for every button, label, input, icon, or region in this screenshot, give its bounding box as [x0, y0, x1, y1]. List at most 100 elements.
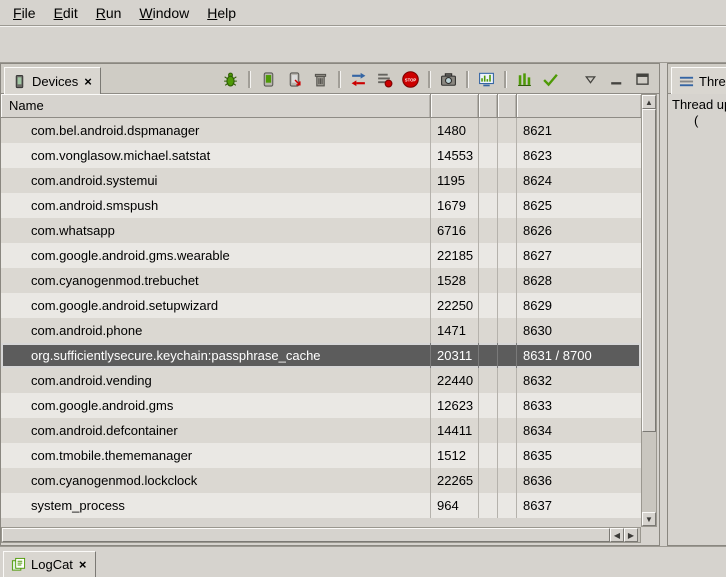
process-port: 8629: [517, 293, 641, 318]
toolbar-separator: [466, 71, 468, 88]
process-row[interactable]: com.vonglasow.michael.satstat145538623: [1, 143, 641, 168]
device-icon: [12, 74, 27, 89]
screen-capture-icon[interactable]: [437, 68, 459, 90]
system-info-icon[interactable]: [475, 68, 497, 90]
process-cell-blank2: [498, 193, 517, 218]
debug-icon[interactable]: [219, 68, 241, 90]
close-icon[interactable]: ×: [83, 74, 93, 89]
process-port: 8634: [517, 418, 641, 443]
process-cell-blank2: [498, 268, 517, 293]
process-name: com.google.android.gms.wearable: [1, 243, 431, 268]
process-cell-blank1: [479, 143, 498, 168]
start-profiling-icon[interactable]: [373, 68, 395, 90]
process-cell-blank2: [498, 343, 517, 368]
process-row[interactable]: com.cyanogenmod.lockclock222658636: [1, 468, 641, 493]
menu-run[interactable]: Run: [87, 1, 131, 25]
column-header-port[interactable]: [517, 94, 641, 117]
process-cell-blank1: [479, 368, 498, 393]
process-name: com.bel.android.dspmanager: [1, 118, 431, 143]
process-cell-blank2: [498, 218, 517, 243]
process-port: 8621: [517, 118, 641, 143]
process-row[interactable]: com.cyanogenmod.trebuchet15288628: [1, 268, 641, 293]
process-pid: 1195: [431, 168, 479, 193]
tab-logcat[interactable]: LogCat ×: [3, 551, 96, 577]
process-row[interactable]: com.tmobile.thememanager15128635: [1, 443, 641, 468]
process-row[interactable]: com.android.vending224408632: [1, 368, 641, 393]
vertical-scrollbar[interactable]: ▲ ▼: [641, 94, 657, 527]
process-cell-blank2: [498, 243, 517, 268]
process-cell-blank2: [498, 443, 517, 468]
process-row[interactable]: com.google.android.gms.wearable22185 8627: [1, 243, 641, 268]
process-port: 8637: [517, 493, 641, 518]
process-row[interactable]: com.android.phone14718630: [1, 318, 641, 343]
app-toolbar: [0, 26, 726, 63]
process-row[interactable]: com.bel.android.dspmanager14808621: [1, 118, 641, 143]
threads-icon: [679, 74, 694, 89]
process-port: 8626: [517, 218, 641, 243]
panel-sash[interactable]: [660, 63, 667, 546]
menu-edit[interactable]: Edit: [45, 1, 87, 25]
ui-hierarchy-icon[interactable]: [513, 68, 535, 90]
process-row[interactable]: com.android.smspush16798625: [1, 193, 641, 218]
menu-file[interactable]: File: [4, 1, 45, 25]
tab-devices-label: Devices: [32, 74, 78, 89]
process-pid: 14553: [431, 143, 479, 168]
opengl-trace-icon[interactable]: [539, 68, 561, 90]
process-row[interactable]: com.whatsapp6716 8626: [1, 218, 641, 243]
process-cell-blank1: [479, 343, 498, 368]
process-port: 8632: [517, 368, 641, 393]
process-name: com.google.android.setupwizard: [1, 293, 431, 318]
process-row[interactable]: system_process9648637: [1, 493, 641, 518]
process-row[interactable]: com.google.android.gms126238633: [1, 393, 641, 418]
scroll-down-icon[interactable]: ▼: [642, 512, 656, 526]
process-row[interactable]: com.google.android.setupwizard22250 8629: [1, 293, 641, 318]
tab-threads-label: Threads: [699, 74, 726, 89]
process-cell-blank2: [498, 493, 517, 518]
process-row[interactable]: org.sufficientlysecure.keychain:passphra…: [1, 343, 641, 368]
process-port: 8631 / 8700: [517, 343, 641, 368]
column-header-blank2[interactable]: [498, 94, 517, 117]
update-heap-icon[interactable]: [257, 68, 279, 90]
close-icon[interactable]: ×: [78, 557, 88, 572]
maximize-icon[interactable]: [631, 68, 653, 90]
process-port: 8627: [517, 243, 641, 268]
scroll-right-icon[interactable]: ▶: [624, 528, 638, 542]
stop-process-icon[interactable]: STOP: [399, 68, 421, 90]
process-name: com.vonglasow.michael.satstat: [1, 143, 431, 168]
process-row[interactable]: com.android.defcontainer144118634: [1, 418, 641, 443]
column-header-pid[interactable]: [431, 94, 479, 117]
threads-message-line2: (: [672, 113, 722, 129]
process-row[interactable]: com.android.systemui11958624: [1, 168, 641, 193]
process-name: com.whatsapp: [1, 218, 431, 243]
dump-hprof-icon[interactable]: [283, 68, 305, 90]
process-pid: 22185: [431, 243, 479, 268]
process-name: com.google.android.gms: [1, 393, 431, 418]
process-port: 8628: [517, 268, 641, 293]
horizontal-scroll-thumb[interactable]: [2, 528, 610, 542]
process-cell-blank1: [479, 293, 498, 318]
tab-threads[interactable]: Threads: [671, 67, 726, 94]
vertical-scroll-thumb[interactable]: [642, 109, 656, 432]
menu-help[interactable]: Help: [198, 1, 245, 25]
minimize-icon[interactable]: [605, 68, 627, 90]
view-menu-icon[interactable]: [579, 68, 601, 90]
toolbar-separator: [338, 71, 340, 88]
process-pid: 1471: [431, 318, 479, 343]
devices-tabstrip: Devices × STOP: [1, 64, 659, 94]
process-pid: 6716: [431, 218, 479, 243]
process-cell-blank1: [479, 243, 498, 268]
threads-panel: Threads Thread up (: [667, 63, 726, 546]
process-cell-blank1: [479, 418, 498, 443]
cause-gc-icon[interactable]: [309, 68, 331, 90]
column-header-name[interactable]: Name: [1, 94, 431, 117]
process-pid: 22250: [431, 293, 479, 318]
process-cell-blank1: [479, 218, 498, 243]
update-threads-icon[interactable]: [347, 68, 369, 90]
scrollbar-corner: [641, 527, 657, 543]
scroll-up-icon[interactable]: ▲: [642, 95, 656, 109]
horizontal-scrollbar[interactable]: ◀ ▶: [1, 527, 641, 543]
menu-window[interactable]: Window: [130, 1, 198, 25]
tab-devices[interactable]: Devices ×: [4, 67, 101, 94]
column-header-blank1[interactable]: [479, 94, 498, 117]
scroll-left-icon[interactable]: ◀: [610, 528, 624, 542]
